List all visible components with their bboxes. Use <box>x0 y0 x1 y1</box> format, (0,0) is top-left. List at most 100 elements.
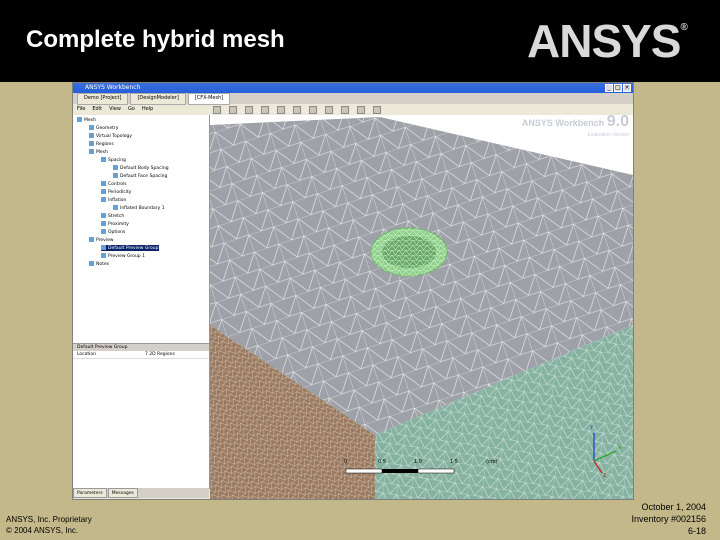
footer-page: 6-18 <box>687 526 706 536</box>
axis-label-y: Y <box>590 425 594 431</box>
window-controls: _ □ × <box>605 84 631 92</box>
workbench-window: ANSYS Workbench _ □ × Demo [Project] [De… <box>72 82 634 500</box>
spacing-icon <box>101 157 106 162</box>
details-row-location[interactable]: Location 7 2D Regions <box>73 351 209 359</box>
logo-text: ANSYS <box>527 15 681 67</box>
menu-go[interactable]: Go <box>128 104 135 115</box>
details-value[interactable]: 7 2D Regions <box>141 351 209 358</box>
menu-help[interactable]: Help <box>142 104 153 115</box>
scale-tick-1: 0.5 <box>378 459 386 465</box>
preview-group-icon <box>101 253 106 258</box>
spacing-icon <box>113 173 118 178</box>
scale-unit: (cm) <box>486 459 498 465</box>
options-icon <box>101 229 106 234</box>
tree-item-periodicity[interactable]: Periodicity <box>101 189 131 195</box>
rotate-icon[interactable] <box>229 106 237 114</box>
scale-bar <box>345 468 455 474</box>
face-select-icon[interactable] <box>325 106 333 114</box>
tree-item-stretch[interactable]: Stretch <box>101 213 124 219</box>
slide-title-bar: Complete hybrid mesh ANSYS® <box>0 0 720 82</box>
topology-icon <box>89 133 94 138</box>
proximity-icon <box>101 221 106 226</box>
hole-inner-mesh <box>382 236 436 268</box>
details-panel: Default Preview Group Location 7 2D Regi… <box>73 343 210 489</box>
isometric-icon[interactable] <box>309 106 317 114</box>
footer-proprietary: ANSYS, Inc. Proprietary <box>6 515 92 524</box>
graphics-viewport[interactable]: ANSYS Workbench 9.0 Evaluation Version 0… <box>210 114 633 499</box>
tree-item-regions[interactable]: Regions <box>89 141 114 147</box>
footer-copyright: © 2004 ANSYS, Inc. <box>6 526 79 535</box>
toolbar <box>213 104 633 115</box>
outline-tree: Mesh Geometry Virtual Topology Regions M… <box>73 115 210 343</box>
document-tabs: Demo [Project] [DesignModeler] [CFX-Mesh… <box>73 93 633 105</box>
brand-name: ANSYS Workbench <box>521 118 605 128</box>
tree-item-virtual-topology[interactable]: Virtual Topology <box>89 133 132 139</box>
tab-messages[interactable]: Messages <box>107 488 138 498</box>
inflation-icon <box>101 197 106 202</box>
footer-left: ANSYS, Inc. Proprietary © 2004 ANSYS, In… <box>6 514 92 536</box>
tree-item-preview-group-1[interactable]: Preview Group 1 <box>101 253 145 259</box>
zoom-icon[interactable] <box>261 106 269 114</box>
body-select-icon[interactable] <box>357 106 365 114</box>
tree-item-notes[interactable]: Notes <box>89 261 109 267</box>
zoom-box-icon[interactable] <box>277 106 285 114</box>
inflation-icon <box>113 205 118 210</box>
tree-item-preview[interactable]: Preview <box>89 237 114 243</box>
notes-icon <box>89 261 94 266</box>
scale-tick-3: 1.5 <box>450 459 458 465</box>
tree-item-options[interactable]: Options <box>101 229 125 235</box>
select-icon[interactable] <box>213 106 221 114</box>
mesh-icon <box>77 117 82 122</box>
stretch-icon <box>101 213 106 218</box>
tree-item-default-body-spacing[interactable]: Default Body Spacing <box>113 165 169 171</box>
regions-icon <box>89 141 94 146</box>
logo-mark: ® <box>680 22 687 33</box>
details-label: Location <box>77 352 97 357</box>
periodicity-icon <box>101 189 106 194</box>
scale-tick-2: 1.0 <box>414 459 422 465</box>
window-title: ANSYS Workbench <box>85 84 141 91</box>
menu-file[interactable]: File <box>77 104 85 115</box>
tree-item-default-face-spacing[interactable]: Default Face Spacing <box>113 173 167 179</box>
tab-parameters[interactable]: Parameters <box>73 488 107 498</box>
mesh-view <box>210 117 633 499</box>
edge-select-icon[interactable] <box>341 106 349 114</box>
tree-item-inflation[interactable]: Inflation <box>101 197 126 203</box>
scale-tick-0: 0 <box>344 459 348 465</box>
details-header: Default Preview Group <box>73 344 209 351</box>
tree-item-mesh-root[interactable]: Mesh <box>77 117 96 123</box>
brand-sub: Evaluation Version <box>587 132 629 138</box>
brand-version: 9.0 <box>606 113 629 130</box>
window-title-bar: ANSYS Workbench _ □ × <box>73 83 633 93</box>
tree-item-geometry[interactable]: Geometry <box>89 125 118 131</box>
minimize-button[interactable]: _ <box>605 84 613 92</box>
menu-edit[interactable]: Edit <box>92 104 102 115</box>
geometry-icon <box>89 125 94 130</box>
footer-right: October 1, 2004 Inventory #002156 6-18 <box>631 501 706 537</box>
tree-item-inflated-boundary[interactable]: Inflated Boundary 1 <box>113 205 165 211</box>
mesh-icon <box>89 149 94 154</box>
close-button[interactable]: × <box>623 84 631 92</box>
footer-inventory: Inventory #002156 <box>631 514 706 524</box>
axis-label-z: Z <box>603 473 607 479</box>
zoom-fit-icon[interactable] <box>293 106 301 114</box>
spacing-icon <box>113 165 118 170</box>
tree-item-mesh[interactable]: Mesh <box>89 149 108 155</box>
ansys-logo: ANSYS® <box>527 14 688 68</box>
preview-icon <box>89 237 94 242</box>
footer-date: October 1, 2004 <box>641 502 706 512</box>
bottom-tabs: Parameters Messages <box>73 488 209 498</box>
tree-item-spacing[interactable]: Spacing <box>101 157 126 163</box>
menu-view[interactable]: View <box>109 104 121 115</box>
pan-icon[interactable] <box>245 106 253 114</box>
slide-title: Complete hybrid mesh <box>26 26 285 53</box>
axis-label-x: X <box>618 445 622 451</box>
generate-mesh-icon[interactable] <box>373 106 381 114</box>
preview-group-icon <box>101 245 106 250</box>
workbench-brand: ANSYS Workbench 9.0 Evaluation Version <box>521 114 629 140</box>
maximize-button[interactable]: □ <box>614 84 622 92</box>
tree-item-default-preview-group[interactable]: Default Preview Group <box>101 245 159 251</box>
tree-item-proximity[interactable]: Proximity <box>101 221 129 227</box>
tree-item-controls[interactable]: Controls <box>101 181 127 187</box>
controls-icon <box>101 181 106 186</box>
